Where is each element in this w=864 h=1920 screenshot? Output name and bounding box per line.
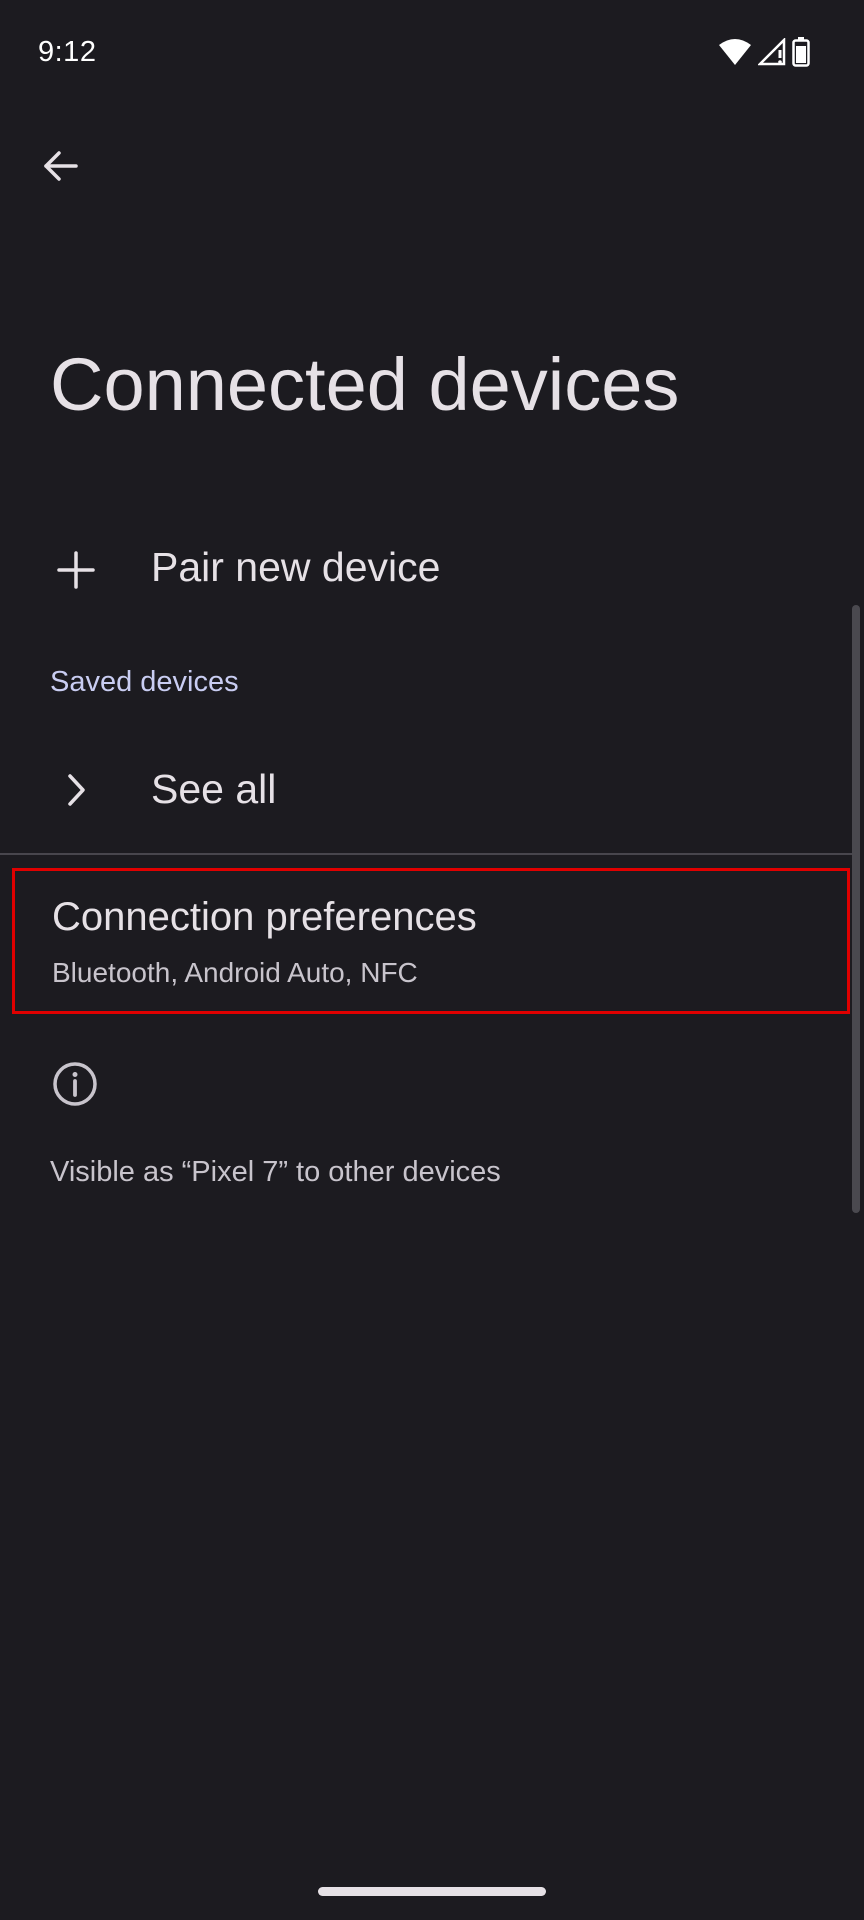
status-time: 9:12 [38,36,97,68]
scrollbar[interactable] [852,605,860,1213]
arrow-back-icon [40,146,80,191]
see-all-item[interactable]: See all [0,740,852,840]
cellular-no-signal-icon [756,36,786,71]
pair-new-device-item[interactable]: Pair new device [0,510,852,630]
page-title: Connected devices [50,343,680,426]
status-icons [718,36,810,72]
visibility-footer-text: Visible as “Pixel 7” to other devices [50,1156,501,1188]
see-all-label: See all [151,766,277,812]
connection-preferences-title: Connection preferences [52,895,477,939]
info-icon [51,1060,99,1108]
back-button[interactable] [28,136,92,200]
pair-new-device-label: Pair new device [151,544,441,590]
connection-preferences-summary: Bluetooth, Android Auto, NFC [52,957,418,988]
connection-preferences-item[interactable]: Connection preferences Bluetooth, Androi… [12,868,850,1014]
battery-icon [792,36,810,72]
status-bar: 9:12 [0,0,864,110]
chevron-right-icon [52,766,100,814]
wifi-icon [718,38,752,71]
gesture-nav-handle[interactable] [318,1887,546,1896]
saved-devices-header: Saved devices [50,666,239,698]
plus-icon [52,546,100,594]
divider [0,853,852,855]
